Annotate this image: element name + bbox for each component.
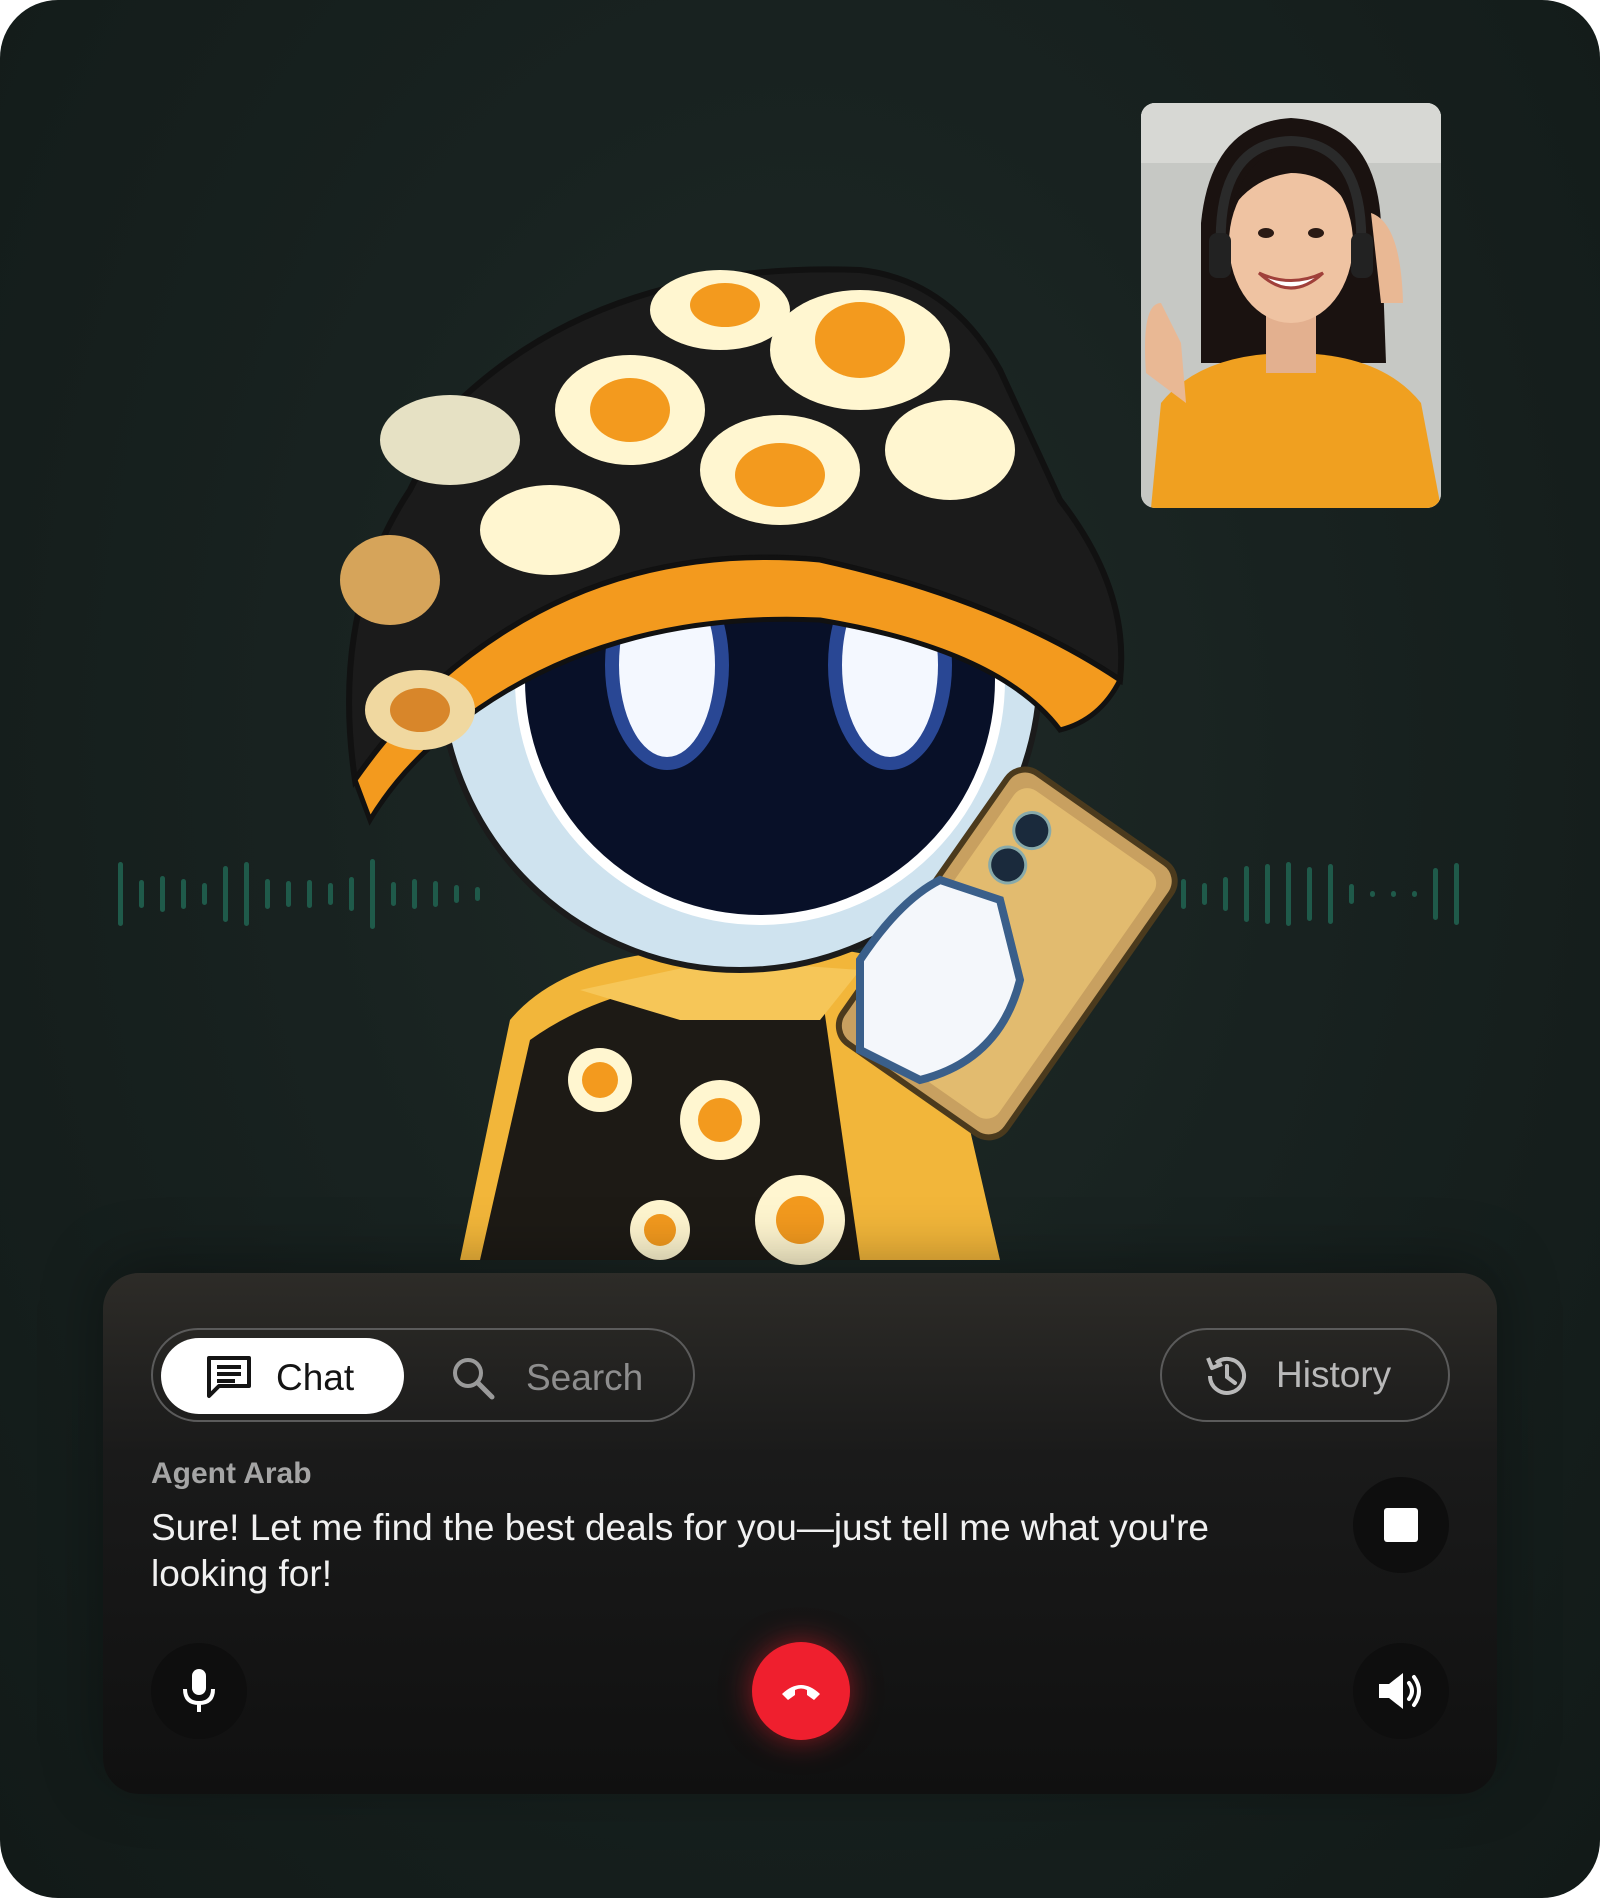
waveform-bar	[1307, 867, 1312, 921]
microphone-icon	[183, 1669, 215, 1712]
waveform-bar	[1328, 864, 1333, 924]
tab-chat[interactable]: Chat	[161, 1338, 404, 1414]
tab-search-label: Search	[526, 1357, 644, 1398]
history-label: History	[1276, 1354, 1392, 1395]
user-portrait	[1141, 103, 1441, 508]
waveform-bar	[1286, 862, 1291, 926]
waveform-bar	[1412, 891, 1417, 897]
waveform-bar	[1433, 868, 1438, 920]
end-call-button[interactable]	[752, 1642, 850, 1740]
call-panel: Chat Search History Agent Arab Sure! Let…	[103, 1273, 1497, 1794]
stop-button[interactable]	[1353, 1477, 1449, 1573]
waveform-bar	[118, 862, 123, 926]
waveform-bar	[1349, 884, 1354, 904]
waveform-bar	[160, 876, 165, 912]
chat-icon	[207, 1356, 251, 1398]
waveform-bar	[1391, 891, 1396, 897]
tab-search[interactable]: Search	[408, 1338, 688, 1414]
mode-switcher: Chat Search	[151, 1328, 695, 1422]
tab-chat-label: Chat	[276, 1357, 355, 1398]
phone-hangup-icon	[782, 1685, 820, 1700]
waveform-bar	[286, 881, 291, 907]
agent-name: Agent Arab	[151, 1457, 312, 1490]
history-button[interactable]: History	[1160, 1328, 1450, 1422]
waveform-bar	[223, 866, 228, 922]
waveform-bar	[139, 880, 144, 908]
speaker-button[interactable]	[1353, 1643, 1449, 1739]
agent-message: Sure! Let me find the best deals for you…	[151, 1507, 1209, 1594]
microphone-button[interactable]	[151, 1643, 247, 1739]
self-camera-view[interactable]	[1141, 103, 1441, 508]
stop-icon	[1384, 1508, 1418, 1542]
waveform-bar	[202, 883, 207, 905]
speaker-icon	[1379, 1673, 1421, 1709]
waveform-bar	[1370, 891, 1375, 897]
waveform-bar	[244, 862, 249, 926]
waveform-bar	[181, 879, 186, 909]
waveform-bar	[265, 879, 270, 909]
waveform-bar	[1454, 863, 1459, 925]
robot-avatar	[340, 266, 1178, 1265]
search-icon	[453, 1358, 495, 1400]
history-icon	[1206, 1357, 1246, 1395]
video-call-window: Chat Search History Agent Arab Sure! Let…	[0, 0, 1600, 1898]
